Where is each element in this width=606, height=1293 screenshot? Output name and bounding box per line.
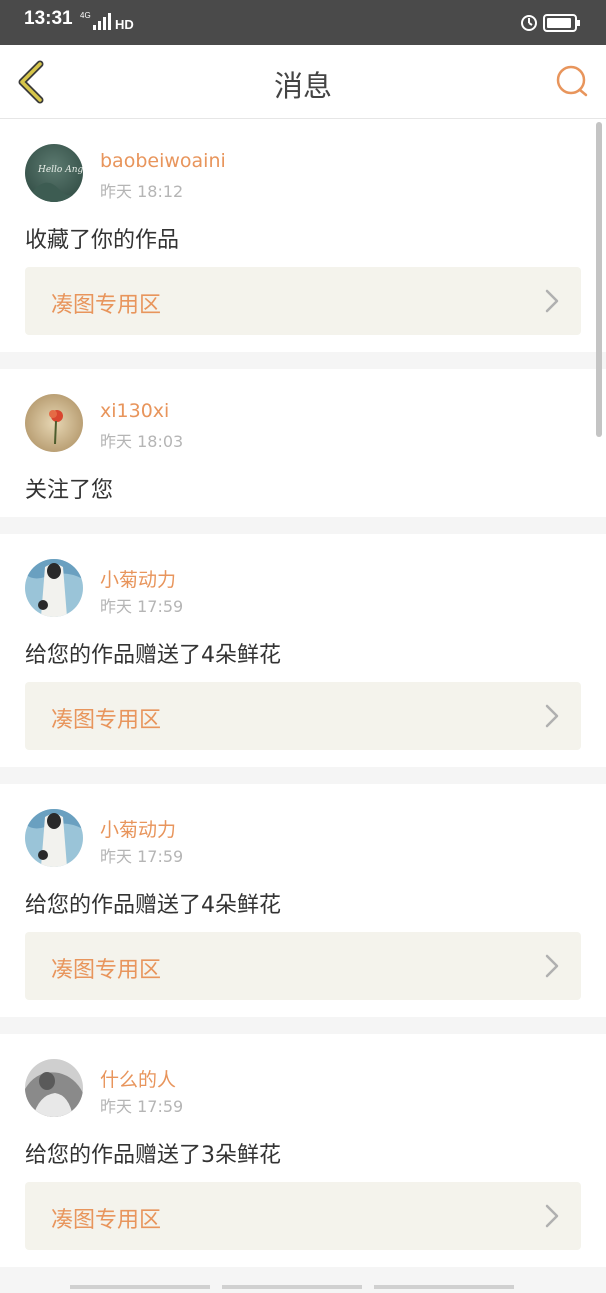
indicator [222, 1285, 362, 1289]
work-reference-label: 凑图专用区 [51, 293, 162, 318]
username[interactable]: 小菊动力 [100, 815, 176, 842]
message-action: 给您的作品赠送了4朵鲜花 [25, 643, 281, 668]
username[interactable]: 小菊动力 [100, 565, 176, 592]
avatar[interactable] [25, 394, 83, 452]
indicator [70, 1285, 210, 1289]
message-card: Hello Angel baobeiwoaini 昨天 18:12 收藏了你的作… [0, 119, 606, 352]
message-time: 昨天 17:59 [100, 597, 184, 616]
work-reference-label: 凑图专用区 [51, 958, 162, 983]
message-list: Hello Angel baobeiwoaini 昨天 18:12 收藏了你的作… [0, 119, 606, 1284]
avatar[interactable] [25, 559, 83, 617]
work-reference[interactable]: 凑图专用区 [25, 682, 581, 750]
message-time: 昨天 18:03 [100, 432, 184, 451]
message-action: 关注了您 [25, 478, 114, 503]
scrollbar[interactable] [596, 122, 602, 437]
bottom-tab-indicators [70, 1274, 540, 1289]
hd-label: HD [115, 17, 134, 32]
message-card: 什么的人 昨天 17:59 给您的作品赠送了3朵鲜花 凑图专用区 [0, 1034, 606, 1267]
chevron-right-icon [545, 704, 559, 728]
message-time: 昨天 17:59 [100, 1097, 184, 1116]
message-action: 给您的作品赠送了4朵鲜花 [25, 893, 281, 918]
alarm-icon [521, 15, 537, 31]
message-time: 昨天 18:12 [100, 182, 184, 201]
avatar[interactable] [25, 809, 83, 867]
nav-bar: 消息 [0, 45, 606, 119]
indicator [374, 1285, 514, 1289]
message-card: 小菊动力 昨天 17:59 给您的作品赠送了4朵鲜花 凑图专用区 [0, 534, 606, 767]
message-action: 收藏了你的作品 [25, 228, 180, 253]
chevron-right-icon [545, 954, 559, 978]
network-type: 4G [80, 11, 91, 20]
message-time: 昨天 17:59 [100, 847, 184, 866]
chevron-right-icon [545, 1204, 559, 1228]
username[interactable]: xi130xi [100, 400, 169, 422]
signal-icon: 4G HD [80, 11, 134, 32]
message-card: 小菊动力 昨天 17:59 给您的作品赠送了4朵鲜花 凑图专用区 [0, 784, 606, 1017]
status-time: 13:31 [24, 8, 73, 29]
work-reference[interactable]: 凑图专用区 [25, 932, 581, 1000]
work-reference[interactable]: 凑图专用区 [25, 267, 581, 335]
message-card: xi130xi 昨天 18:03 关注了您 [0, 369, 606, 517]
avatar-script-text: Hello Angel [37, 165, 83, 175]
search-icon[interactable] [554, 63, 590, 99]
status-right-icons [521, 14, 580, 32]
battery-icon [543, 14, 580, 32]
username[interactable]: 什么的人 [100, 1065, 176, 1092]
status-bar: 13:31 4G HD [0, 0, 606, 45]
chevron-right-icon [545, 289, 559, 313]
avatar[interactable] [25, 1059, 83, 1117]
work-reference-label: 凑图专用区 [51, 1208, 162, 1233]
username[interactable]: baobeiwoaini [100, 150, 226, 172]
avatar[interactable]: Hello Angel [25, 144, 83, 202]
message-action: 给您的作品赠送了3朵鲜花 [25, 1143, 281, 1168]
work-reference[interactable]: 凑图专用区 [25, 1182, 581, 1250]
page-title: 消息 [273, 69, 332, 103]
work-reference-label: 凑图专用区 [51, 708, 162, 733]
